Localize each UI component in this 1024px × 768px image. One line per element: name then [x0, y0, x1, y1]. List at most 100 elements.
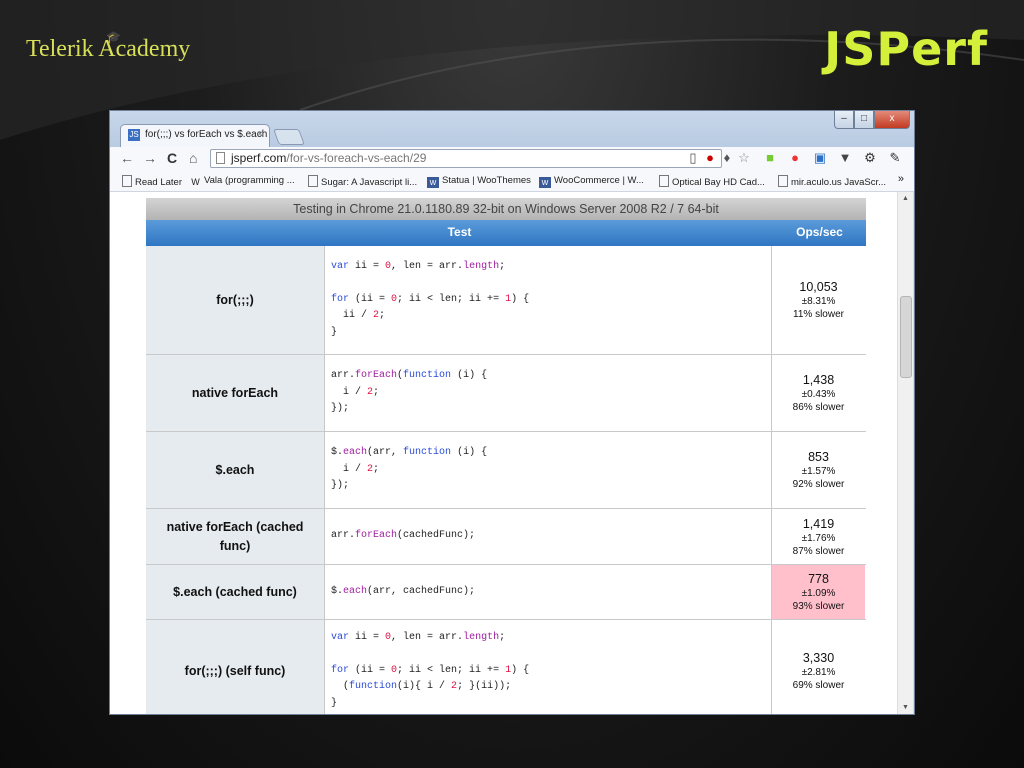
header-ops-sec: Ops/sec	[796, 225, 843, 239]
code-line: arr.forEach(function (i) {	[331, 370, 488, 382]
scroll-down-arrow-icon[interactable]: ▼	[902, 704, 909, 711]
test-code: var ii = 0, len = arr.length; ​for (ii = …	[325, 620, 772, 714]
maximize-button[interactable]: □	[854, 111, 874, 129]
bookmark-label: Sugar: A Javascript li...	[321, 177, 418, 188]
screen-capture-icon[interactable]: ▣	[812, 150, 828, 166]
ops-slower: 86% slower	[792, 402, 845, 413]
test-code: var ii = 0, len = arr.length; ​for (ii = …	[325, 246, 772, 354]
woo-icon: w	[539, 177, 551, 188]
code-line: for (ii = 0; ii < len; ii += 1) {	[331, 293, 530, 305]
code-line: i / 2;	[331, 463, 380, 475]
ops-slower: 11% slower	[793, 309, 844, 320]
ops-value: 1,438	[802, 373, 835, 387]
ops-cell: 1,438 ±0.43% 86% slower	[772, 355, 865, 431]
wrench-icon[interactable]: ✎	[887, 150, 903, 166]
code-line: ii / 2;	[331, 310, 386, 322]
minimize-button[interactable]: –	[834, 111, 854, 129]
ops-value: 1,419	[802, 516, 835, 531]
ops-value: 3,330	[802, 651, 835, 665]
code-line: $.each(arr, cachedFunc);	[331, 585, 476, 597]
bookmark-optical-bay[interactable]: Optical Bay HD Cad...	[659, 175, 765, 188]
results-table: Testing in Chrome 21.0.1180.89 32-bit on…	[146, 198, 866, 714]
ops-error: ±1.76%	[801, 532, 836, 544]
tab-close-icon[interactable]: ×	[257, 129, 263, 140]
page-icon	[308, 175, 318, 187]
bookmark-statua[interactable]: w Statua | WooThemes	[427, 175, 531, 188]
test-name: for(;;;) (self func)	[146, 620, 325, 714]
window-controls: – □ x	[834, 111, 910, 129]
ops-slower: 69% slower	[792, 680, 845, 691]
opera-extension-icon[interactable]: ●	[787, 150, 803, 166]
tab-active[interactable]: JS for(;;;) vs forEach vs $.each ×	[120, 124, 270, 147]
ops-error: ±1.57%	[801, 466, 836, 477]
scrollbar-thumb[interactable]	[900, 296, 912, 378]
bookmark-label: Optical Bay HD Cad...	[672, 177, 765, 188]
url-path: /for-vs-foreach-vs-each/29	[286, 151, 427, 165]
ops-error: ±1.09%	[801, 588, 836, 599]
code-line: for (ii = 0; ii < len; ii += 1) {	[331, 664, 530, 676]
gear-icon[interactable]: ⚙	[862, 150, 878, 166]
new-tab-button[interactable]	[273, 129, 305, 145]
ops-slower: 92% slower	[792, 479, 845, 490]
table-row: for(;;;) (self func) var ii = 0, len = ar…	[146, 620, 866, 714]
close-window-button[interactable]: x	[874, 111, 910, 129]
bookmark-label: Statua | WooThemes	[442, 175, 531, 186]
test-name: $.each	[146, 432, 325, 508]
reload-icon[interactable]: C	[167, 150, 177, 166]
bulb-extension-icon[interactable]: ♦	[719, 150, 735, 166]
ops-cell: 10,053 ±8.31% 11% slower	[772, 246, 865, 354]
results-header: Test Ops/sec	[146, 220, 866, 246]
bookmark-label: WooCommerce | W...	[554, 175, 644, 186]
code-line: ​	[331, 275, 765, 292]
table-row: for(;;;) var ii = 0, len = arr.length; ​fo…	[146, 246, 866, 355]
code-line: arr.forEach(cachedFunc);	[331, 530, 476, 542]
page-icon	[122, 175, 132, 187]
code-line: var ii = 0, len = arr.length;	[331, 260, 506, 272]
forward-arrow-icon[interactable]: →	[143, 150, 157, 166]
back-arrow-icon[interactable]: ←	[120, 150, 134, 166]
bookmark-vala[interactable]: W Vala (programming ...	[190, 175, 295, 188]
ops-slower: 87% slower	[792, 545, 845, 557]
table-row: $.each (cached func) $.each(arr, cachedFu…	[146, 565, 866, 620]
address-bar[interactable]: jsperf.com/for-vs-foreach-vs-each/29	[210, 149, 722, 168]
ops-error: ±8.31%	[801, 296, 836, 307]
ops-error: ±2.81%	[801, 667, 836, 678]
browser-window: JS for(;;;) vs forEach vs $.each × – □ x…	[109, 110, 915, 715]
bookmarks-overflow-button[interactable]: »	[898, 173, 904, 185]
ops-value: 10,053	[799, 280, 838, 294]
star-icon[interactable]: ☆	[736, 150, 752, 166]
color-extension-icon[interactable]: ■	[762, 150, 778, 166]
browser-toolbar: ← → C ⌂ jsperf.com/for-vs-foreach-vs-eac…	[110, 147, 914, 171]
ops-cell: 3,330 ±2.81% 69% slower	[772, 620, 865, 714]
test-name: native forEach (cached func)	[146, 509, 325, 564]
scroll-up-arrow-icon[interactable]: ▲	[902, 195, 909, 202]
graduation-cap-icon: 🎓	[106, 30, 121, 44]
test-code: $.each(arr, function (i) { i / 2;});	[325, 432, 772, 508]
bookmark-read-later[interactable]: Read Later	[122, 175, 182, 188]
ops-cell: 1,419 ±1.76% 87% slower	[772, 509, 865, 564]
code-line: });	[331, 480, 350, 492]
telerik-academy-logo: Telerik Academy 🎓	[26, 30, 190, 63]
page-icon	[216, 152, 225, 164]
vertical-scrollbar[interactable]: ▲ ▼	[897, 192, 913, 714]
bookmark-label: Vala (programming ...	[204, 175, 295, 186]
bookmark-label: Read Later	[135, 177, 183, 188]
ops-value: 853	[808, 450, 829, 464]
wikipedia-icon: W	[191, 177, 200, 187]
ops-cell: 778 ±1.09% 93% slower	[772, 565, 865, 619]
pocket-icon[interactable]: ▼	[837, 150, 853, 166]
bookmark-woocommerce[interactable]: w WooCommerce | W...	[539, 175, 644, 188]
code-line: $.each(arr, function (i) {	[331, 447, 488, 459]
bookmark-miraculous[interactable]: mir.aculo.us JavaScr...	[778, 175, 886, 188]
bookmark-page-icon[interactable]: ▯	[685, 150, 701, 166]
page-icon	[659, 175, 669, 187]
tab-bar: JS for(;;;) vs forEach vs $.each × – □ x	[110, 111, 914, 147]
results-caption: Testing in Chrome 21.0.1180.89 32-bit on…	[146, 198, 866, 220]
test-name: $.each (cached func)	[146, 565, 325, 619]
table-row: $.each $.each(arr, function (i) { i / 2;}…	[146, 432, 866, 509]
page-icon	[778, 175, 788, 187]
home-icon[interactable]: ⌂	[189, 150, 197, 166]
adblock-icon[interactable]: ●	[702, 150, 718, 166]
bookmark-sugar[interactable]: Sugar: A Javascript li...	[308, 175, 417, 188]
code-line: ​	[331, 646, 765, 663]
